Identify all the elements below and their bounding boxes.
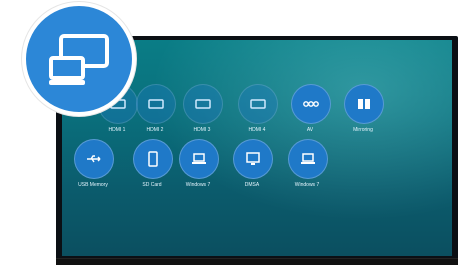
tile-label: DMSA [244, 182, 260, 188]
laptop-icon [192, 153, 206, 164]
input-tile-av[interactable] [291, 84, 331, 124]
input-tile-windows-7-a[interactable] [179, 139, 219, 179]
input-tile-windows-7-b[interactable] [288, 139, 328, 179]
screen-mirroring-icon [49, 34, 109, 85]
tv-bottom-bezel [56, 258, 458, 265]
input-tile-hdmi-3[interactable] [183, 84, 223, 124]
hdmi-icon [250, 99, 266, 109]
sd-card-icon [148, 151, 158, 167]
input-tile-hdmi-4[interactable] [238, 84, 278, 124]
hdmi-icon [195, 99, 211, 109]
usb-icon [87, 155, 101, 163]
magnifier-callout [22, 2, 136, 116]
monitor-icon [246, 152, 260, 165]
tile-label: Windows 7 [185, 182, 211, 188]
tile-label: AV [306, 127, 314, 133]
input-tile-sd-card[interactable] [133, 139, 173, 179]
tile-label: USB Memory [78, 182, 108, 188]
tv-ui-scene: HDMI 1 HDMI 2 HDMI 3 HDMI 4 AV Mirroring… [0, 0, 471, 271]
book-icon [358, 99, 370, 109]
laptop-icon [301, 153, 315, 164]
tile-label: Mirroring [353, 127, 373, 133]
input-tile-hdmi-2[interactable] [136, 84, 176, 124]
dots-icon [303, 101, 319, 107]
hdmi-icon [148, 99, 164, 109]
tile-label: Windows 7 [294, 182, 320, 188]
tile-label: HDMI 4 [248, 127, 266, 133]
tile-label: HDMI 3 [193, 127, 211, 133]
input-tile-mirroring[interactable] [344, 84, 384, 124]
input-tile-dmsa[interactable] [233, 139, 273, 179]
input-tile-usb[interactable] [74, 139, 114, 179]
